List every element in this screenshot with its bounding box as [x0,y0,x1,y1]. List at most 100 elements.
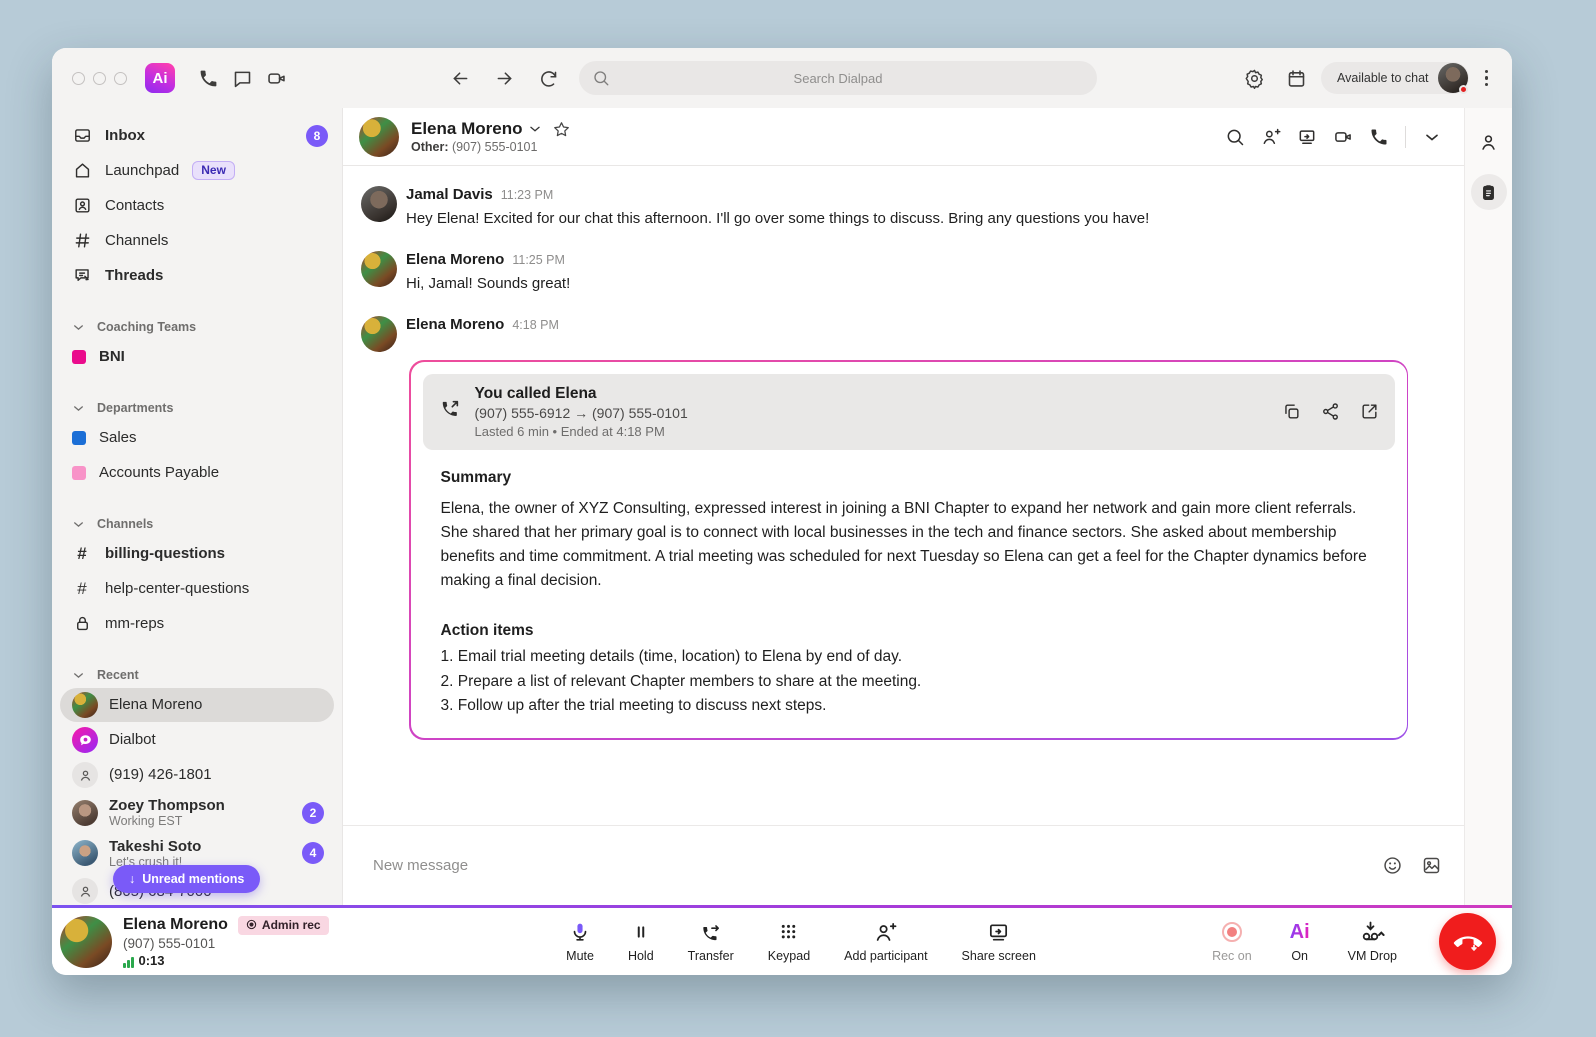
history-nav [443,61,565,95]
reload-icon[interactable] [531,61,565,95]
chat-icon[interactable] [225,61,259,95]
sidebar-item-accounts-payable[interactable]: Accounts Payable [52,455,342,490]
availability-status-button[interactable]: Available to chat [1321,62,1469,94]
user-avatar[interactable] [1438,63,1468,93]
avatar[interactable] [361,251,397,287]
avatar[interactable] [361,316,397,352]
availability-status-label: Available to chat [1337,71,1429,85]
message: Elena Moreno 4:18 PM [361,316,1464,352]
ai-logo: Ai [1290,921,1310,944]
contact-details-icon[interactable] [1471,124,1507,160]
window-close-button[interactable] [72,72,85,85]
call-contact: Elena Moreno Admin rec (907) 555-0101 0:… [60,916,390,968]
new-message-input[interactable] [373,857,1364,874]
window-controls[interactable] [72,72,127,85]
mute-button[interactable]: Mute [566,920,594,963]
section-channels[interactable]: Channels [52,512,342,536]
keypad-button[interactable]: Keypad [768,920,810,963]
section-coaching-teams[interactable]: Coaching Teams [52,315,342,339]
lock-icon [72,614,92,634]
sidebar-item-label: Sales [99,429,137,446]
sidebar-item-mm-reps[interactable]: mm-reps [52,606,342,641]
sidebar-item-contacts[interactable]: Contacts [52,188,342,223]
calendar-icon[interactable] [1279,61,1313,95]
contact-name[interactable]: Elena Moreno [411,119,522,139]
new-tag: New [192,161,235,180]
call-icon[interactable] [1363,121,1395,153]
sidebar-item-billing-questions[interactable]: # billing-questions [52,536,342,571]
recent-item-dialbot[interactable]: Dialbot [60,723,334,757]
phone-icon[interactable] [191,61,225,95]
search-conversation-icon[interactable] [1219,121,1251,153]
sidebar-item-sales[interactable]: Sales [52,420,342,455]
add-participant-button[interactable]: Add participant [844,920,927,963]
right-rail [1464,108,1512,905]
search-input[interactable] [579,61,1097,95]
sidebar-item-label: mm-reps [105,615,164,632]
back-icon[interactable] [443,61,477,95]
recent-item-label: Elena Moreno [109,696,202,713]
recent-item-zoey-thompson[interactable]: Zoey Thompson Working EST 2 [60,793,334,833]
vm-drop-button[interactable]: VM Drop [1348,920,1397,963]
sidebar-item-bni[interactable]: BNI [52,339,342,374]
recent-item-phone-1[interactable]: (919) 426-1801 [60,758,334,792]
record-on-icon [1220,920,1244,944]
search-icon [592,69,610,92]
unread-mentions-button[interactable]: ↓ Unread mentions [113,865,260,893]
forward-icon[interactable] [487,61,521,95]
attach-image-icon[interactable] [1421,855,1442,876]
hold-button[interactable]: Hold [628,920,654,963]
sidebar-item-label: Launchpad [105,162,179,179]
transfer-button[interactable]: Transfer [688,920,734,963]
overflow-menu-icon[interactable] [1477,64,1497,93]
call-route: (907) 555-6912 → (907) 555-0101 [475,405,688,421]
share-screen-icon [987,920,1010,944]
message: Elena Moreno 11:25 PM Hi, Jamal! Sounds … [361,251,1464,294]
unread-badge: 2 [302,802,324,824]
ai-toggle[interactable]: Ai On [1290,920,1310,963]
star-icon[interactable] [552,120,571,139]
add-person-icon[interactable] [1255,121,1287,153]
window-minimize-button[interactable] [93,72,106,85]
sidebar-item-help-center-questions[interactable]: # help-center-questions [52,571,342,606]
end-call-button[interactable] [1439,913,1496,970]
chevron-down-icon[interactable] [528,122,542,136]
inbox-icon [72,126,92,146]
section-departments[interactable]: Departments [52,396,342,420]
call-contact-phone: (907) 555-0101 [123,936,329,951]
recent-item-elena-moreno[interactable]: Elena Moreno [60,688,334,722]
home-icon [72,161,92,181]
sidebar-item-inbox[interactable]: Inbox 8 [52,118,342,153]
video-icon[interactable] [259,61,293,95]
message-time: 11:23 PM [501,188,554,202]
avatar [60,916,112,968]
avatar[interactable] [361,186,397,222]
chevron-down-icon [72,518,85,531]
sidebar-item-label: Threads [105,267,163,284]
sidebar-item-launchpad[interactable]: Launchpad New [52,153,342,188]
video-call-icon[interactable] [1327,121,1359,153]
message-composer [343,825,1464,905]
emoji-icon[interactable] [1382,855,1403,876]
down-arrow-icon: ↓ [129,872,135,886]
section-recent[interactable]: Recent [52,663,342,687]
avatar[interactable] [359,117,399,157]
window-zoom-button[interactable] [114,72,127,85]
sidebar-item-channels[interactable]: Channels [52,223,342,258]
team-color-swatch [72,350,86,364]
settings-gear-icon[interactable] [1237,61,1271,95]
more-actions-chevron-icon[interactable] [1416,121,1448,153]
copy-icon[interactable] [1282,402,1301,421]
call-summary-body: Summary Elena, the owner of XYZ Consulti… [423,450,1395,719]
sidebar-item-threads[interactable]: Threads [52,258,342,293]
share-icon[interactable] [1321,402,1340,421]
share-screen-icon[interactable] [1291,121,1323,153]
department-color-swatch [72,431,86,445]
notes-clipboard-icon[interactable] [1471,174,1507,210]
message-list[interactable]: Jamal Davis 11:23 PM Hey Elena! Excited … [343,166,1464,825]
recording-indicator[interactable]: Rec on [1212,920,1252,963]
open-external-icon[interactable] [1360,402,1379,421]
share-screen-button[interactable]: Share screen [962,920,1036,963]
pause-icon [631,920,651,944]
recent-item-label: Takeshi Soto [109,838,201,855]
